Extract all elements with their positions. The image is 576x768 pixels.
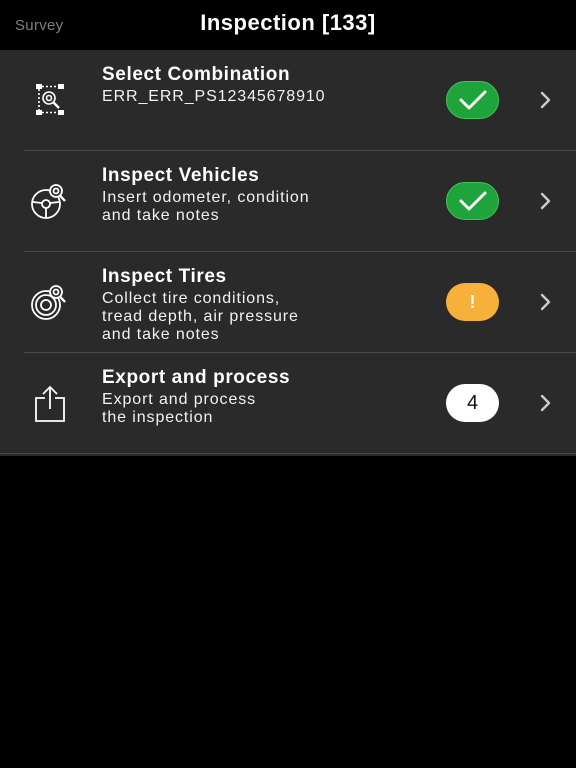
checkmark-icon bbox=[459, 191, 486, 211]
row-title: Inspect Vehicles bbox=[102, 165, 260, 186]
list-item-inspect-vehicles[interactable]: Inspect Vehicles Insert odometer, condit… bbox=[0, 151, 576, 252]
chevron-right-icon bbox=[538, 393, 554, 413]
chevron-right-icon bbox=[538, 292, 554, 312]
row-subtitle: Export and process the inspection bbox=[102, 391, 257, 426]
share-icon bbox=[26, 381, 74, 429]
chevron-right-icon bbox=[538, 90, 554, 110]
row-subtitle: Collect tire conditions, tread depth, ai… bbox=[102, 290, 299, 343]
checkmark-icon bbox=[459, 90, 486, 110]
chevron-right-icon bbox=[538, 191, 554, 211]
row-title: Export and process bbox=[102, 367, 291, 388]
navigation-bar: Survey Inspection [133] bbox=[0, 0, 576, 50]
completed-status-badge bbox=[446, 81, 499, 119]
list-item-inspect-tires[interactable]: Inspect Tires Collect tire conditions, t… bbox=[0, 252, 576, 353]
warning-status-badge: ! bbox=[446, 283, 499, 321]
exclamation-icon: ! bbox=[469, 291, 476, 312]
row-title: Select Combination bbox=[102, 64, 291, 85]
tire-icon bbox=[26, 278, 74, 326]
row-subtitle: ERR_ERR_PS12345678910 bbox=[102, 88, 326, 105]
list-item-export-and-process[interactable]: Export and process Export and process th… bbox=[0, 353, 576, 454]
inspection-steps-list: Select Combination ERR_ERR_PS12345678910 bbox=[0, 50, 576, 456]
page-title: Inspection [133] bbox=[200, 10, 376, 35]
list-item-select-combination[interactable]: Select Combination ERR_ERR_PS12345678910 bbox=[0, 50, 576, 151]
count-badge: 4 bbox=[446, 384, 499, 422]
combination-icon bbox=[26, 76, 74, 124]
steering-wheel-icon bbox=[26, 177, 74, 225]
row-subtitle: Insert odometer, condition and take note… bbox=[102, 189, 310, 224]
row-divider bbox=[0, 453, 576, 454]
row-title: Inspect Tires bbox=[102, 266, 227, 287]
completed-status-badge bbox=[446, 182, 499, 220]
